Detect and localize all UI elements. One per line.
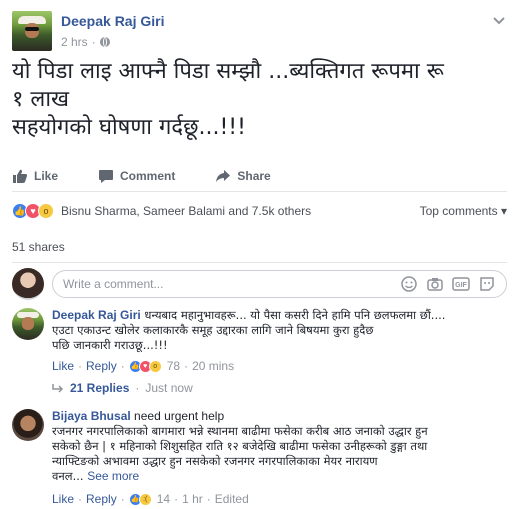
see-more-link[interactable]: See more — [87, 469, 139, 483]
comment-reply-link[interactable]: Reply — [86, 359, 117, 373]
thumbs-up-icon — [13, 169, 27, 183]
separator: · — [91, 35, 96, 49]
comment-item: Deepak Raj Giri धन्यबाद महानुभावहरू... य… — [12, 308, 507, 378]
globe-icon[interactable] — [99, 37, 110, 47]
like-label: Like — [34, 168, 59, 183]
comment-actions: Like · Reply · 👍 ♥ o 78 · 20 mins — [52, 359, 234, 373]
comment-reaction-icons[interactable]: 👍 ♥ o — [128, 359, 162, 373]
share-button[interactable]: Share — [215, 168, 271, 184]
post-options-chevron-down-icon[interactable] — [491, 13, 507, 29]
like-button[interactable]: Like — [12, 168, 58, 184]
comment-text-line: न्याफ्टिङको अभावमा उद्धार हुन नसकेको रजन… — [52, 454, 378, 468]
sticker-icon[interactable] — [478, 275, 496, 293]
post-time[interactable]: 2 hrs — [61, 35, 88, 49]
separator: · — [120, 359, 125, 373]
reaction-summary[interactable]: Bisnu Sharma, Sameer Balami and 7.5k oth… — [61, 204, 311, 218]
replies-row: 21 Replies · Just now — [52, 381, 193, 395]
comment-text-line: वनल... — [52, 469, 84, 483]
comment-composer: Write a comment... GIF — [12, 268, 507, 300]
comment-placeholder: Write a comment... — [63, 277, 164, 291]
commenter-name[interactable]: Bijaya Bhusal — [52, 409, 131, 423]
author-name[interactable]: Deepak Raj Giri — [61, 13, 165, 29]
comment-reaction-icons[interactable]: 👍 :( — [128, 492, 152, 506]
post-meta: 2 hrs · — [61, 35, 110, 49]
composer-icons: GIF — [400, 275, 496, 293]
comment-reply-link[interactable]: Reply — [86, 492, 117, 506]
comment-text-line: सकेको छैन | १ महिनाको शिशुसहित राति १२ ब… — [52, 439, 428, 453]
comment-reaction-count[interactable]: 78 — [167, 359, 180, 373]
comment-time[interactable]: 20 mins — [192, 359, 234, 373]
comment-body: Bijaya Bhusal need urgent help रजनगर नगर… — [52, 409, 507, 484]
reply-arrow-icon — [52, 384, 64, 393]
emoji-icon[interactable] — [400, 275, 418, 293]
commenter-avatar[interactable] — [12, 409, 44, 441]
chevron-down-icon: ▾ — [500, 204, 507, 218]
commenter-name[interactable]: Deepak Raj Giri — [52, 308, 141, 322]
comment-time[interactable]: 1 hr — [182, 492, 203, 506]
separator: · — [78, 359, 83, 373]
reactions-row: 👍 ♥ o Bisnu Sharma, Sameer Balami and 7.… — [12, 200, 507, 222]
camera-icon[interactable] — [426, 275, 444, 293]
gif-icon[interactable]: GIF — [452, 275, 470, 293]
sad-reaction-icon: :( — [138, 492, 152, 506]
top-comments-label: Top comments — [419, 204, 498, 218]
comment-like-link[interactable]: Like — [52, 492, 74, 506]
reaction-icons[interactable]: 👍 ♥ o — [12, 203, 54, 219]
comment-reaction-count[interactable]: 14 — [157, 492, 170, 506]
share-arrow-icon — [216, 169, 231, 182]
replies-time: Just now — [145, 381, 193, 395]
wow-reaction-icon: o — [38, 203, 54, 219]
divider — [12, 262, 507, 263]
post-actions-bar: Like Comment Share — [12, 160, 507, 192]
comment-actions: Like · Reply · 👍 :( 14 · 1 hr · Edited — [52, 492, 249, 506]
separator: · — [78, 492, 83, 506]
comment-text-line: एउटा एकाउन्ट खोलेर कलाकारकै समूह उद्दारक… — [52, 323, 374, 337]
comment-item: Bijaya Bhusal need urgent help रजनगर नगर… — [12, 409, 507, 507]
share-label: Share — [237, 168, 271, 183]
comment-icon — [99, 169, 114, 183]
separator: · — [135, 381, 140, 395]
wow-reaction-icon: o — [148, 359, 162, 373]
comment-input[interactable]: Write a comment... GIF — [52, 270, 507, 298]
comment-text-line: need urgent help — [134, 409, 225, 423]
separator: · — [174, 492, 179, 506]
svg-text:GIF: GIF — [455, 282, 467, 289]
shares-count[interactable]: 51 shares — [12, 240, 507, 258]
separator: · — [120, 492, 125, 506]
commenter-avatar[interactable] — [12, 308, 44, 340]
post-text-line: यो पिडा लाइ आफ्नै पिडा सम्झौ ...ब्यक्तिग… — [12, 59, 444, 84]
separator: · — [184, 359, 189, 373]
viewer-avatar — [12, 268, 44, 300]
comment-text-line: धन्यबाद महानुभावहरू... यो पैसा कसरी दिने… — [144, 308, 446, 322]
view-replies-link[interactable]: 21 Replies — [70, 381, 129, 395]
comment-text-line: पछि जानकारी गराउछू...!!! — [52, 338, 168, 352]
top-comments-dropdown[interactable]: Top comments ▾ — [420, 204, 507, 218]
post-header: Deepak Raj Giri 2 hrs · — [12, 11, 507, 55]
post-text-line: सहयोगको घोषणा गर्दछू...!!! — [12, 115, 246, 140]
separator: · — [206, 492, 211, 506]
comment-text-line: रजनगर नगरपालिकाको बागमारा भन्ने स्थानमा … — [52, 424, 428, 438]
post-text-line: १ लाख — [12, 87, 70, 112]
comment-like-link[interactable]: Like — [52, 359, 74, 373]
comment-button[interactable]: Comment — [98, 168, 175, 184]
author-avatar[interactable] — [12, 11, 52, 51]
comment-edited-label[interactable]: Edited — [215, 492, 249, 506]
post-text: यो पिडा लाइ आफ्नै पिडा सम्झौ ...ब्यक्तिग… — [12, 58, 507, 142]
comment-body: Deepak Raj Giri धन्यबाद महानुभावहरू... य… — [52, 308, 507, 353]
comment-label: Comment — [120, 168, 176, 183]
